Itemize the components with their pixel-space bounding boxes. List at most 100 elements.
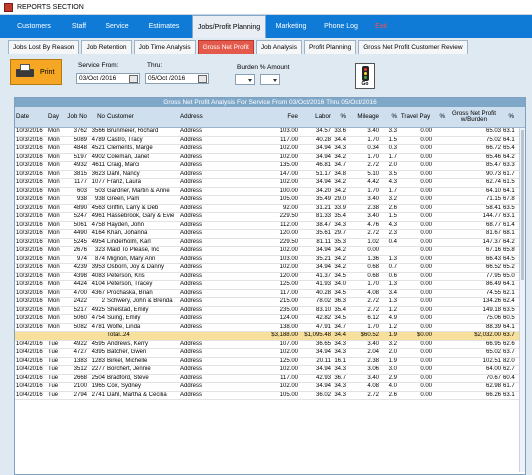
table-cell: 63.1 [503, 128, 515, 134]
column-header[interactable]: Customer [106, 107, 179, 127]
table-row[interactable]: 10/3/2016 Mon 4700 4367 Prochaska, Brian Addr… [15, 289, 525, 298]
menu-item-customers[interactable]: Customers [8, 15, 60, 38]
table-row[interactable]: 10/3/2016 Mon 974 874 Mignon, Mary Ann Addres… [15, 255, 525, 264]
thru-date-picker[interactable]: 05/Oct /2016 [145, 73, 209, 84]
burden-amount-dropdown[interactable] [260, 74, 280, 85]
column-header[interactable]: % [433, 107, 446, 127]
table-row[interactable]: 10/3/2016 Mon 2676 323 Maid To Please, Inc Ad… [15, 247, 525, 256]
column-header[interactable]: Day [47, 107, 61, 127]
menu-item-phone-log[interactable]: Phone Log [316, 15, 366, 38]
table-cell: 61.7 [503, 170, 515, 177]
table-cell: 2100 [73, 383, 87, 389]
calendar-icon[interactable] [129, 74, 138, 83]
column-header[interactable]: Gross Net Profit w/Burden [446, 107, 502, 127]
table-cell: 1.3 [388, 281, 397, 287]
table-row[interactable]: 10/3/2016 Mon 4932 4611 Craig, Marci Address 1… [15, 162, 525, 171]
go-button[interactable]: Go [355, 63, 375, 89]
tab-job-retention[interactable]: Job Retention [81, 40, 132, 54]
table-row[interactable]: 10/3/2016 Mon 5217 4925 Shelstad, Emily Addre… [15, 306, 525, 315]
table-row[interactable]: 10/4/2016 Tue 3512 2277 Borchert, Jennie Addr… [15, 366, 525, 375]
table-row[interactable]: 10/3/2016 Mon 3815 3623 Dahl, Nancy Address 14… [15, 170, 525, 179]
total-row[interactable]: Total..24 $3,188.00 $1,095.48 34.4 $60.52 1.9… [15, 332, 525, 341]
table-row[interactable]: 10/3/2016 Mon 5061 4758 Hayden, John Address 1… [15, 222, 525, 230]
table-cell: 2.6 [388, 391, 397, 398]
column-header[interactable]: % [502, 107, 515, 127]
tab-gross-net-profit-customer-review[interactable]: Gross Net Profit Customer Review [358, 40, 468, 54]
table-row[interactable]: 10/3/2016 Mon 2422 2 Schwery, John & Brenda A… [15, 298, 525, 307]
table-cell: 0.00 [420, 383, 432, 389]
tab-profit-planning[interactable]: Profit Planning [303, 40, 357, 54]
print-button[interactable]: Print [10, 59, 62, 85]
service-from-date-picker[interactable]: 03/Oct /2016 [76, 73, 140, 84]
table-cell: 36.7 [334, 374, 346, 381]
table-cell: 105.00 [279, 391, 298, 398]
table-cell: 5245 [73, 238, 87, 245]
menu-item-estimates[interactable]: Estimates [136, 15, 192, 38]
table-row[interactable]: 10/3/2016 Mon 5082 4781 Wolfe, Linda Address 1… [15, 324, 525, 332]
table-row[interactable]: 10/3/2016 Mon 4848 4521 Clements, Marge Addre… [15, 145, 525, 154]
table-cell: Peterson, Tracey [107, 281, 153, 287]
table-row[interactable]: 10/3/2016 Mon 4424 4104 Peterson, Tracey Addr… [15, 281, 525, 290]
table-row[interactable]: 10/4/2016 Tue 4922 4595 Andrews, Kerry Addres… [15, 340, 525, 349]
scrollbar-thumb[interactable] [521, 130, 524, 280]
column-header[interactable]: Date [15, 107, 47, 127]
tab-jobs-lost-by-reason[interactable]: Jobs Lost By Reason [8, 40, 80, 54]
table-cell: 107.00 [279, 340, 298, 347]
calendar-icon[interactable] [198, 74, 207, 83]
table-row[interactable]: 10/3/2016 Mon 5247 4961 Hassebrook, Gary & E… [15, 213, 525, 222]
table-row[interactable]: 10/3/2016 Mon 4490 4164 Khan, Johanna Address… [15, 230, 525, 239]
table-cell: 2 [101, 298, 105, 304]
column-header[interactable]: Address [179, 107, 262, 127]
table-row[interactable]: 10/3/2016 Mon 5060 4754 Suing, Emily Address 1… [15, 315, 525, 324]
table-row[interactable]: 10/3/2016 Mon 4398 4083 Peterson, Kris Addres… [15, 273, 525, 281]
table-row[interactable]: 10/4/2016 Tue 2100 1965 Cox, Sydney Address 10… [15, 383, 525, 392]
table-cell: Mignon, Mary Ann [107, 255, 156, 262]
burden-percent-dropdown[interactable] [235, 74, 255, 85]
column-header[interactable]: Travel Pay [398, 107, 433, 127]
menu-item-jobs-profit-planning[interactable]: Jobs/Profit Planning [192, 15, 266, 38]
table-cell: 78.02 [315, 298, 331, 304]
table-row[interactable]: 10/4/2016 Tue 2668 2504 Bradford, Steve Addre… [15, 374, 525, 383]
table-row[interactable]: 10/3/2016 Mon 938 938 Green, Pam Address 105.0… [15, 196, 525, 205]
table-cell: 4367 [91, 289, 105, 296]
table-cell: 10/4/2016 [16, 383, 43, 389]
table-cell: 1383 [73, 357, 87, 364]
column-header[interactable]: Labor [299, 107, 332, 127]
table-cell: 5197 [73, 153, 87, 160]
table-row[interactable]: 10/3/2016 Mon 1177 1077 Franz, Laura Address 1… [15, 179, 525, 188]
menu-item-exit[interactable]: Exit [366, 15, 396, 38]
column-header[interactable]: % [332, 107, 347, 127]
table-cell: 4563 [91, 204, 105, 211]
table-row[interactable]: 10/4/2016 Tue 4727 4395 Batcher, Gwen Address… [15, 349, 525, 358]
table-cell: 149.18 [482, 306, 501, 313]
tab-job-time-analysis[interactable]: Job Time Analysis [133, 40, 196, 54]
table-cell: 4595 [91, 340, 105, 347]
table-row[interactable]: 10/3/2016 Mon 5197 4902 Coleman, Janet Addres… [15, 153, 525, 162]
table-row[interactable]: 10/3/2016 Mon 4890 4563 Griffin, Larry & Deb… [15, 204, 525, 213]
table-row[interactable]: 10/3/2016 Mon 4239 3953 Osborn, Joy & Danny A… [15, 264, 525, 273]
table-cell: 0.00 [420, 247, 432, 253]
tab-job-analysis[interactable]: Job Analysis [255, 40, 302, 54]
column-header[interactable]: No [88, 107, 106, 127]
table-cell: 33.9 [334, 204, 346, 211]
menu-item-marketing[interactable]: Marketing [266, 15, 316, 38]
column-header[interactable]: Fee [262, 107, 299, 127]
table-row[interactable]: 10/3/2016 Mon 5245 4954 Linderholm, Karl Addr… [15, 238, 525, 247]
table-cell: 0.4 [388, 238, 397, 245]
table-row[interactable]: 10/3/2016 Mon 3762 3566 Brunmeier, Richard Ad… [15, 128, 525, 137]
table-cell: Address [180, 145, 203, 151]
table-row[interactable]: 10/3/2016 Mon 5089 4789 Castro, Tracy Address… [15, 137, 525, 145]
table-cell: 102.00 [279, 153, 298, 160]
menu-item-service[interactable]: Service [98, 15, 136, 38]
tab-gross-net-profit[interactable]: Gross Net Profit [197, 40, 254, 54]
menu-item-staff[interactable]: Staff [60, 15, 98, 38]
table-cell: 2504 [91, 374, 105, 381]
table-row[interactable]: 10/3/2016 Mon 603 503 Gardner, Martin & Anne… [15, 188, 525, 196]
column-header[interactable]: Job No [61, 107, 88, 127]
column-header[interactable]: Mileage [347, 107, 380, 127]
vertical-scrollbar[interactable] [519, 128, 525, 472]
table-cell: 60.5 [503, 315, 515, 321]
table-row[interactable]: 10/4/2016 Tue 1383 1283 Birkel, Michelle Addr… [15, 357, 525, 366]
column-header[interactable]: % [380, 107, 398, 127]
table-row[interactable]: 10/4/2016 Tue 2794 2741 Dahl, Martha & Cecil… [15, 391, 525, 400]
